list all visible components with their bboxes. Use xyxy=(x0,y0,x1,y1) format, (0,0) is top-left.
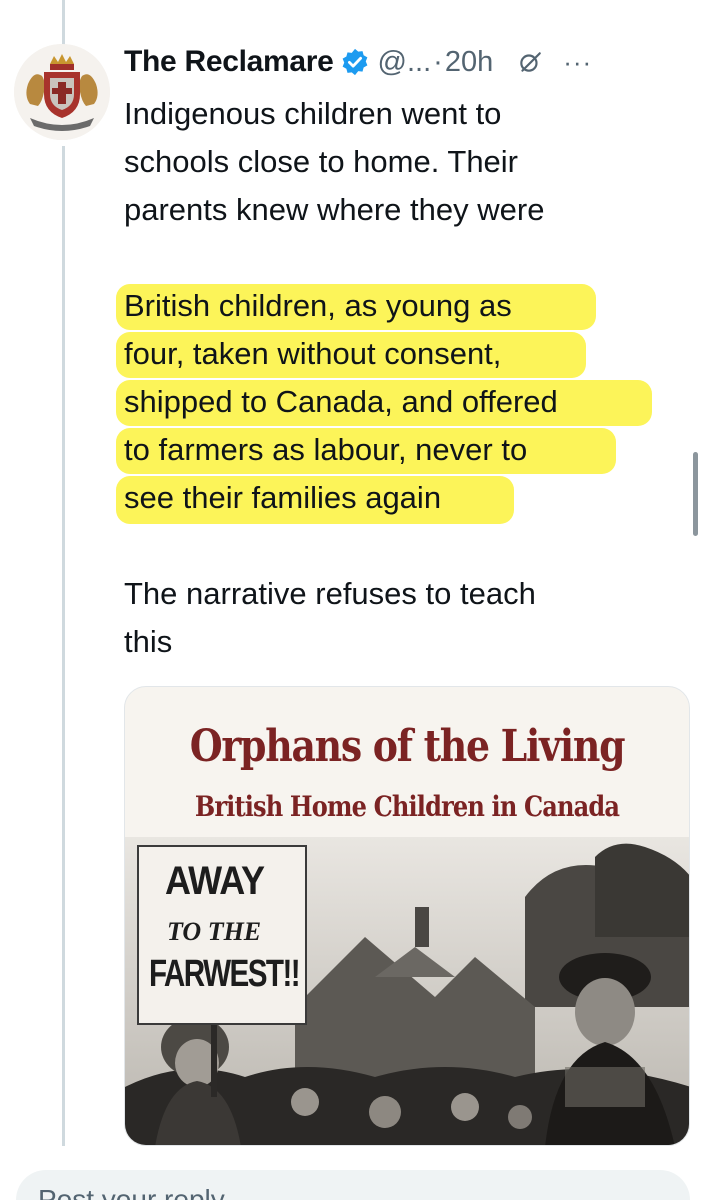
sign-text: TO THE xyxy=(167,917,262,946)
thread-line-top xyxy=(62,0,65,48)
author-name[interactable]: The Reclamare xyxy=(124,45,334,79)
protest-sign: AWAY TO THE FARWEST!! xyxy=(137,845,307,1025)
text-line: four, taken without consent, xyxy=(124,336,502,371)
timestamp[interactable]: 20h xyxy=(445,46,493,79)
thread-line xyxy=(62,146,65,1146)
sign-text: AWAY xyxy=(165,859,265,903)
tweet-text: Indigenous children went to schools clos… xyxy=(116,90,669,666)
text-line: Indigenous children went to xyxy=(124,96,502,131)
text-line: to farmers as labour, never to xyxy=(124,432,528,467)
media-card[interactable]: Orphans of the Living British Home Child… xyxy=(124,686,690,1146)
book-subtitle: British Home Children in Canada xyxy=(194,790,620,823)
tweet-header: The Reclamare @... · 20h ··· xyxy=(124,42,692,82)
sign-text: FARWEST!! xyxy=(149,953,301,995)
separator-dot: · xyxy=(433,45,443,78)
text-line: British children, as young as xyxy=(124,288,512,323)
more-icon[interactable]: ··· xyxy=(563,49,592,75)
text-line: this xyxy=(124,624,173,659)
highlighted-paragraph: British children, as young as four, take… xyxy=(116,282,669,524)
book-title: Orphans of the Living xyxy=(189,721,626,772)
reply-input[interactable]: Post your reply xyxy=(16,1170,690,1200)
text-line: schools close to home. Their xyxy=(124,144,519,179)
author-handle[interactable]: @... xyxy=(378,46,432,79)
coat-of-arms-icon xyxy=(14,44,110,140)
text-line: The narrative refuses to teach xyxy=(124,576,536,611)
text-line: parents knew where they were xyxy=(124,192,545,227)
verified-badge-icon xyxy=(342,48,367,76)
paragraph-3: The narrative refuses to teach this xyxy=(124,570,669,666)
text-line: shipped to Canada, and offered xyxy=(124,384,558,419)
reply-placeholder: Post your reply xyxy=(38,1184,225,1200)
text-line: see their families again xyxy=(124,480,442,515)
scrollbar[interactable] xyxy=(693,452,698,536)
avatar[interactable] xyxy=(14,44,110,140)
grok-icon[interactable] xyxy=(517,49,543,75)
paragraph-1: Indigenous children went to schools clos… xyxy=(124,90,669,234)
